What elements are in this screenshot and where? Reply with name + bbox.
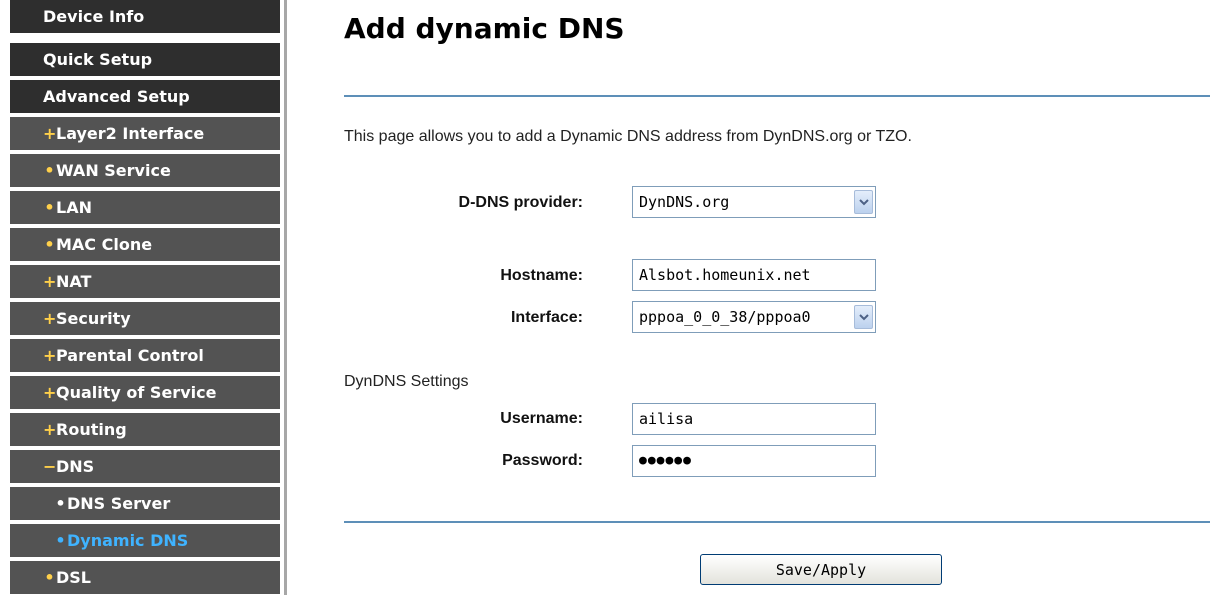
nav-item-label: Layer2 Interface <box>56 124 205 143</box>
interface-label: Interface: <box>510 309 583 326</box>
bullet-icon: • <box>44 198 55 217</box>
nav-mac-clone[interactable]: •MAC Clone <box>10 228 280 263</box>
password-label: Password: <box>502 452 583 469</box>
password-input[interactable]: ●●●●●● <box>632 445 876 477</box>
nav-routing[interactable]: +Routing <box>10 413 280 448</box>
hostname-input[interactable]: Alsbot.homeunix.net <box>632 259 876 291</box>
nav-item-label: Quality of Service <box>56 383 217 402</box>
bullet-icon: • <box>55 531 66 550</box>
interface-value: pppoa_0_0_38/pppoa0 <box>639 308 811 326</box>
page-description: This page allows you to add a Dynamic DN… <box>344 128 912 145</box>
sidebar: Device Info Quick Setup Advanced Setup +… <box>0 0 284 596</box>
nav-item-label: Security <box>56 309 131 328</box>
nav-item-label: LAN <box>56 198 92 217</box>
expand-plus-icon: + <box>43 272 57 291</box>
collapse-minus-icon: − <box>43 457 57 476</box>
nav-item-label: MAC Clone <box>56 235 153 254</box>
expand-plus-icon: + <box>43 124 57 143</box>
dyndns-settings-heading: DynDNS Settings <box>344 373 469 390</box>
nav-parental-control[interactable]: +Parental Control <box>10 339 280 374</box>
save-apply-button[interactable]: Save/Apply <box>700 554 942 585</box>
expand-plus-icon: + <box>43 383 57 402</box>
nav-dns[interactable]: −DNS <box>10 450 280 485</box>
provider-label: D-DNS provider: <box>458 194 583 211</box>
expand-plus-icon: + <box>43 346 57 365</box>
username-label: Username: <box>500 410 583 427</box>
nav-item-label: DNS Server <box>67 494 171 513</box>
nav-item-label: DNS <box>56 457 95 476</box>
nav-dynamic-dns[interactable]: •Dynamic DNS <box>10 524 280 559</box>
chevron-down-icon[interactable] <box>854 190 873 214</box>
bottom-divider <box>344 521 1210 523</box>
nav-item-label: Dynamic DNS <box>67 531 189 550</box>
nav-item-label: DSL <box>56 568 91 587</box>
nav-item-label: Routing <box>56 420 127 439</box>
bullet-icon: • <box>44 235 55 254</box>
bullet-icon: • <box>44 161 55 180</box>
nav-dsl[interactable]: •DSL <box>10 561 280 596</box>
nav-device-info[interactable]: Device Info <box>10 0 280 35</box>
nav-quick-setup[interactable]: Quick Setup <box>10 43 280 78</box>
nav-item-label: Parental Control <box>56 346 204 365</box>
top-divider <box>344 95 1210 97</box>
nav-item-label: WAN Service <box>56 161 171 180</box>
provider-value: DynDNS.org <box>639 193 730 211</box>
provider-select[interactable]: DynDNS.org <box>632 186 876 218</box>
chevron-down-icon[interactable] <box>854 305 873 329</box>
nav-quality-of-service[interactable]: +Quality of Service <box>10 376 280 411</box>
hostname-label: Hostname: <box>500 267 583 284</box>
nav-lan[interactable]: •LAN <box>10 191 280 226</box>
username-input[interactable]: ailisa <box>632 403 876 435</box>
nav-wan-service[interactable]: •WAN Service <box>10 154 280 189</box>
interface-select[interactable]: pppoa_0_0_38/pppoa0 <box>632 301 876 333</box>
bullet-icon: • <box>44 568 55 587</box>
nav-item-label: Advanced Setup <box>43 87 190 106</box>
bullet-icon: • <box>55 494 66 513</box>
expand-plus-icon: + <box>43 420 57 439</box>
sidebar-divider <box>284 0 287 595</box>
nav-item-label: Device Info <box>43 7 145 26</box>
nav-dns-server[interactable]: •DNS Server <box>10 487 280 522</box>
nav-advanced-setup[interactable]: Advanced Setup <box>10 80 280 115</box>
expand-plus-icon: + <box>43 309 57 328</box>
nav-item-label: Quick Setup <box>43 50 153 69</box>
nav-layer2-interface[interactable]: +Layer2 Interface <box>10 117 280 152</box>
page-title: Add dynamic DNS <box>344 12 625 45</box>
nav-nat[interactable]: +NAT <box>10 265 280 300</box>
nav-security[interactable]: +Security <box>10 302 280 337</box>
nav-item-label: NAT <box>56 272 92 291</box>
